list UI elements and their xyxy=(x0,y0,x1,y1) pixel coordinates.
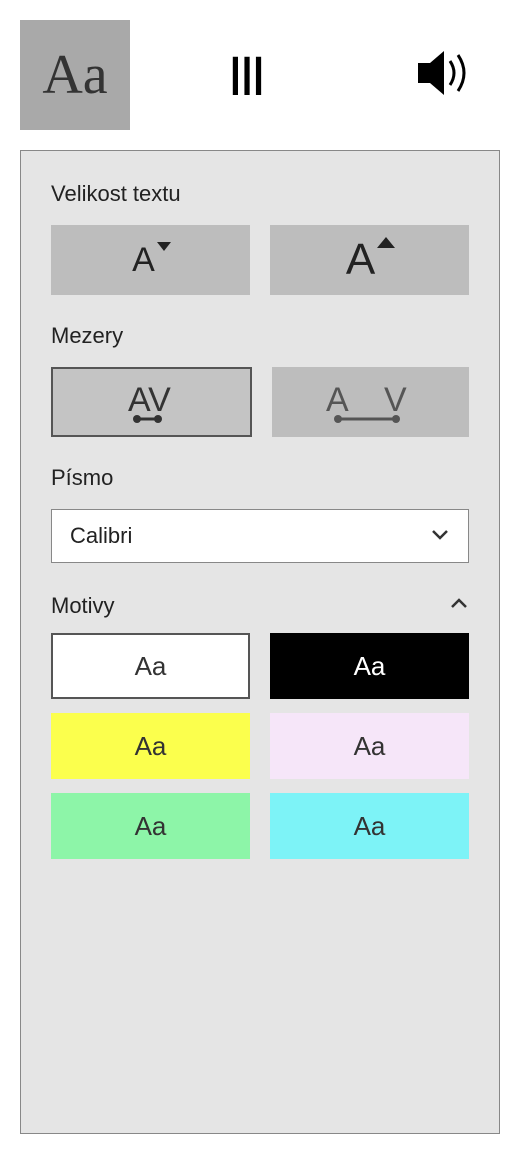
spacing-narrow-button[interactable]: AV xyxy=(51,367,252,437)
tab-text[interactable]: Aa xyxy=(20,20,130,130)
letter-a-large-icon: A xyxy=(346,235,375,285)
theme-option-3[interactable]: Aa xyxy=(270,713,469,779)
text-size-group: A A xyxy=(51,225,469,295)
theme-sample-text: Aa xyxy=(135,731,167,762)
text-size-increase-button[interactable]: A xyxy=(270,225,469,295)
arrow-up-icon xyxy=(377,237,395,248)
spacing-wide-icon: A V xyxy=(316,377,426,427)
theme-sample-text: Aa xyxy=(354,651,386,682)
theme-option-1[interactable]: Aa xyxy=(270,633,469,699)
theme-sample-text: Aa xyxy=(354,811,386,842)
svg-text:V: V xyxy=(384,381,407,419)
themes-label: Motivy xyxy=(51,593,115,619)
svg-text:AV: AV xyxy=(128,381,171,419)
tab-audio[interactable] xyxy=(390,20,500,130)
tab-text-label: Aa xyxy=(42,43,107,107)
font-selected-value: Calibri xyxy=(70,523,132,549)
text-size-decrease-button[interactable]: A xyxy=(51,225,250,295)
spacing-wide-button[interactable]: A V xyxy=(272,367,469,437)
font-select-dropdown[interactable]: Calibri xyxy=(51,509,469,563)
themes-header[interactable]: Motivy xyxy=(51,593,469,619)
theme-option-4[interactable]: Aa xyxy=(51,793,250,859)
theme-option-0[interactable]: Aa xyxy=(51,633,250,699)
columns-icon: III xyxy=(228,43,263,108)
svg-text:A: A xyxy=(326,381,349,419)
spacing-label: Mezery xyxy=(51,323,469,349)
theme-sample-text: Aa xyxy=(135,811,167,842)
speaker-icon xyxy=(410,43,480,108)
top-tabs: Aa III xyxy=(20,20,500,130)
tab-columns[interactable]: III xyxy=(190,20,300,130)
text-size-label: Velikost textu xyxy=(51,181,469,207)
chevron-up-icon xyxy=(449,597,469,616)
theme-sample-text: Aa xyxy=(354,731,386,762)
themes-grid: Aa Aa Aa Aa Aa Aa xyxy=(51,633,469,859)
theme-sample-text: Aa xyxy=(135,651,167,682)
theme-option-2[interactable]: Aa xyxy=(51,713,250,779)
arrow-down-icon xyxy=(157,242,171,251)
settings-panel: Velikost textu A A Mezery AV xyxy=(20,150,500,1134)
spacing-group: AV A V xyxy=(51,367,469,437)
theme-option-5[interactable]: Aa xyxy=(270,793,469,859)
spacing-narrow-icon: AV xyxy=(112,377,192,427)
chevron-down-icon xyxy=(430,527,450,546)
letter-a-small-icon: A xyxy=(132,241,155,280)
font-label: Písmo xyxy=(51,465,469,491)
